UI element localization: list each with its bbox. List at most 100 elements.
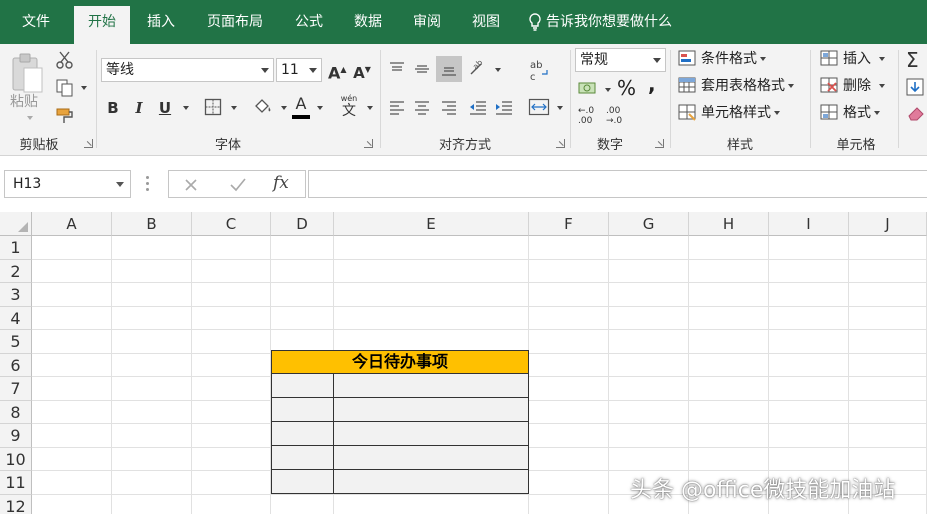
row-header-1[interactable]: 1 <box>0 236 32 260</box>
underline-button[interactable]: U <box>156 98 174 118</box>
percent-button[interactable]: % <box>617 78 636 98</box>
row-header-4[interactable]: 4 <box>0 306 32 330</box>
merge-center-icon[interactable] <box>528 98 550 116</box>
tab-view[interactable]: 视图 <box>463 6 509 44</box>
tab-insert[interactable]: 插入 <box>138 6 184 44</box>
column-header-h[interactable]: H <box>689 212 769 236</box>
italic-button[interactable]: I <box>130 98 148 118</box>
row-header-12[interactable]: 12 <box>0 494 32 514</box>
column-header-i[interactable]: I <box>769 212 849 236</box>
row-header-10[interactable]: 10 <box>0 447 32 471</box>
clipboard-launcher-icon[interactable] <box>84 139 93 148</box>
copy-icon[interactable] <box>55 78 75 98</box>
insert-cells-button[interactable]: 插入 <box>843 49 885 69</box>
align-center-icon[interactable] <box>413 98 431 116</box>
font-color-dropdown-icon[interactable] <box>317 106 323 110</box>
phonetic-guide-icon[interactable]: wén 文 <box>338 94 360 119</box>
phonetic-dropdown-icon[interactable] <box>367 106 373 110</box>
accounting-format-icon[interactable] <box>578 80 600 98</box>
conditional-format-icon[interactable] <box>678 50 698 68</box>
font-launcher-icon[interactable] <box>364 139 373 148</box>
row-header-3[interactable]: 3 <box>0 283 32 307</box>
todo-title-cell[interactable]: 今日待办事项 <box>271 350 529 374</box>
borders-icon[interactable] <box>204 98 222 116</box>
delete-cells-button[interactable]: 删除 <box>843 76 885 96</box>
tab-data[interactable]: 数据 <box>345 6 391 44</box>
todo-item-cell[interactable] <box>333 469 529 494</box>
formula-input[interactable] <box>308 170 927 198</box>
orientation-dropdown-icon[interactable] <box>495 68 501 72</box>
column-header-d[interactable]: D <box>271 212 334 236</box>
table-format-button[interactable]: 套用表格格式 <box>701 76 794 96</box>
todo-item-cell[interactable] <box>333 397 529 422</box>
row-header-5[interactable]: 5 <box>0 330 32 354</box>
row-header-2[interactable]: 2 <box>0 259 32 283</box>
font-color-button[interactable]: A <box>292 94 310 114</box>
merge-dropdown-icon[interactable] <box>557 106 563 110</box>
align-top-icon[interactable] <box>388 60 406 78</box>
clear-icon[interactable] <box>906 104 926 122</box>
format-cells-button[interactable]: 格式 <box>843 103 880 123</box>
decrease-decimal-icon[interactable]: .00 →.0 <box>606 106 622 126</box>
fill-down-icon[interactable] <box>906 78 924 96</box>
borders-dropdown-icon[interactable] <box>231 106 237 110</box>
todo-index-cell[interactable] <box>271 421 334 446</box>
table-format-icon[interactable] <box>678 77 698 95</box>
paste-icon[interactable] <box>10 52 46 96</box>
paste-button[interactable]: 粘贴 <box>10 92 38 112</box>
todo-index-cell[interactable] <box>271 445 334 470</box>
conditional-format-button[interactable]: 条件格式 <box>701 49 766 69</box>
insert-cells-icon[interactable] <box>820 50 840 68</box>
number-launcher-icon[interactable] <box>655 139 664 148</box>
cut-icon[interactable] <box>55 50 75 70</box>
select-all-button[interactable] <box>0 212 32 236</box>
increase-font-icon[interactable]: A▲ <box>328 60 347 83</box>
todo-item-cell[interactable] <box>333 373 529 398</box>
fill-color-icon[interactable] <box>252 96 274 118</box>
worksheet-grid[interactable]: ABCDEFGHIJ 1 2 3 4 5 6 7 8 9 10 11 12 今日待办事项 <box>0 212 927 514</box>
column-header-a[interactable]: A <box>32 212 112 236</box>
cell-styles-icon[interactable] <box>678 104 698 122</box>
column-header-c[interactable]: C <box>192 212 271 236</box>
row-header-9[interactable]: 9 <box>0 424 32 448</box>
align-left-icon[interactable] <box>388 98 406 116</box>
formula-bar-grip-icon[interactable] <box>146 176 149 192</box>
increase-indent-icon[interactable] <box>494 98 514 116</box>
format-painter-icon[interactable] <box>55 106 75 126</box>
increase-decimal-icon[interactable]: ←.0.00 <box>578 106 594 126</box>
name-box[interactable]: H13 <box>4 170 131 198</box>
column-header-f[interactable]: F <box>529 212 609 236</box>
fill-color-dropdown-icon[interactable] <box>281 106 287 110</box>
tab-review[interactable]: 审阅 <box>404 6 450 44</box>
align-middle-icon[interactable] <box>413 60 431 78</box>
insert-function-button[interactable]: fx <box>273 173 289 193</box>
cell-styles-button[interactable]: 单元格样式 <box>701 103 780 123</box>
format-cells-icon[interactable] <box>820 104 840 122</box>
copy-dropdown-icon[interactable] <box>81 86 87 90</box>
tab-home[interactable]: 开始 <box>74 6 130 44</box>
orientation-icon[interactable]: ab <box>468 58 488 78</box>
delete-cells-icon[interactable] <box>820 77 840 95</box>
alignment-launcher-icon[interactable] <box>556 139 565 148</box>
row-header-6[interactable]: 6 <box>0 353 32 377</box>
todo-index-cell[interactable] <box>271 469 334 494</box>
align-bottom-icon[interactable] <box>440 60 458 78</box>
column-header-e[interactable]: E <box>334 212 529 236</box>
todo-item-cell[interactable] <box>333 445 529 470</box>
tell-me-box[interactable]: 告诉我你想要做什么 <box>528 6 672 38</box>
todo-index-cell[interactable] <box>271 397 334 422</box>
paste-dropdown-icon[interactable] <box>27 116 33 120</box>
wrap-text-icon[interactable]: abc <box>528 58 550 82</box>
column-header-g[interactable]: G <box>609 212 689 236</box>
row-header-7[interactable]: 7 <box>0 377 32 401</box>
decrease-indent-icon[interactable] <box>468 98 488 116</box>
column-header-j[interactable]: J <box>849 212 927 236</box>
tab-file[interactable]: 文件 <box>8 6 64 44</box>
row-header-11[interactable]: 11 <box>0 471 32 495</box>
number-format-select[interactable]: 常规 <box>575 48 666 72</box>
enter-icon[interactable] <box>229 177 247 193</box>
column-header-b[interactable]: B <box>112 212 192 236</box>
row-header-8[interactable]: 8 <box>0 400 32 424</box>
tab-formulas[interactable]: 公式 <box>286 6 332 44</box>
accounting-dropdown-icon[interactable] <box>605 88 611 92</box>
